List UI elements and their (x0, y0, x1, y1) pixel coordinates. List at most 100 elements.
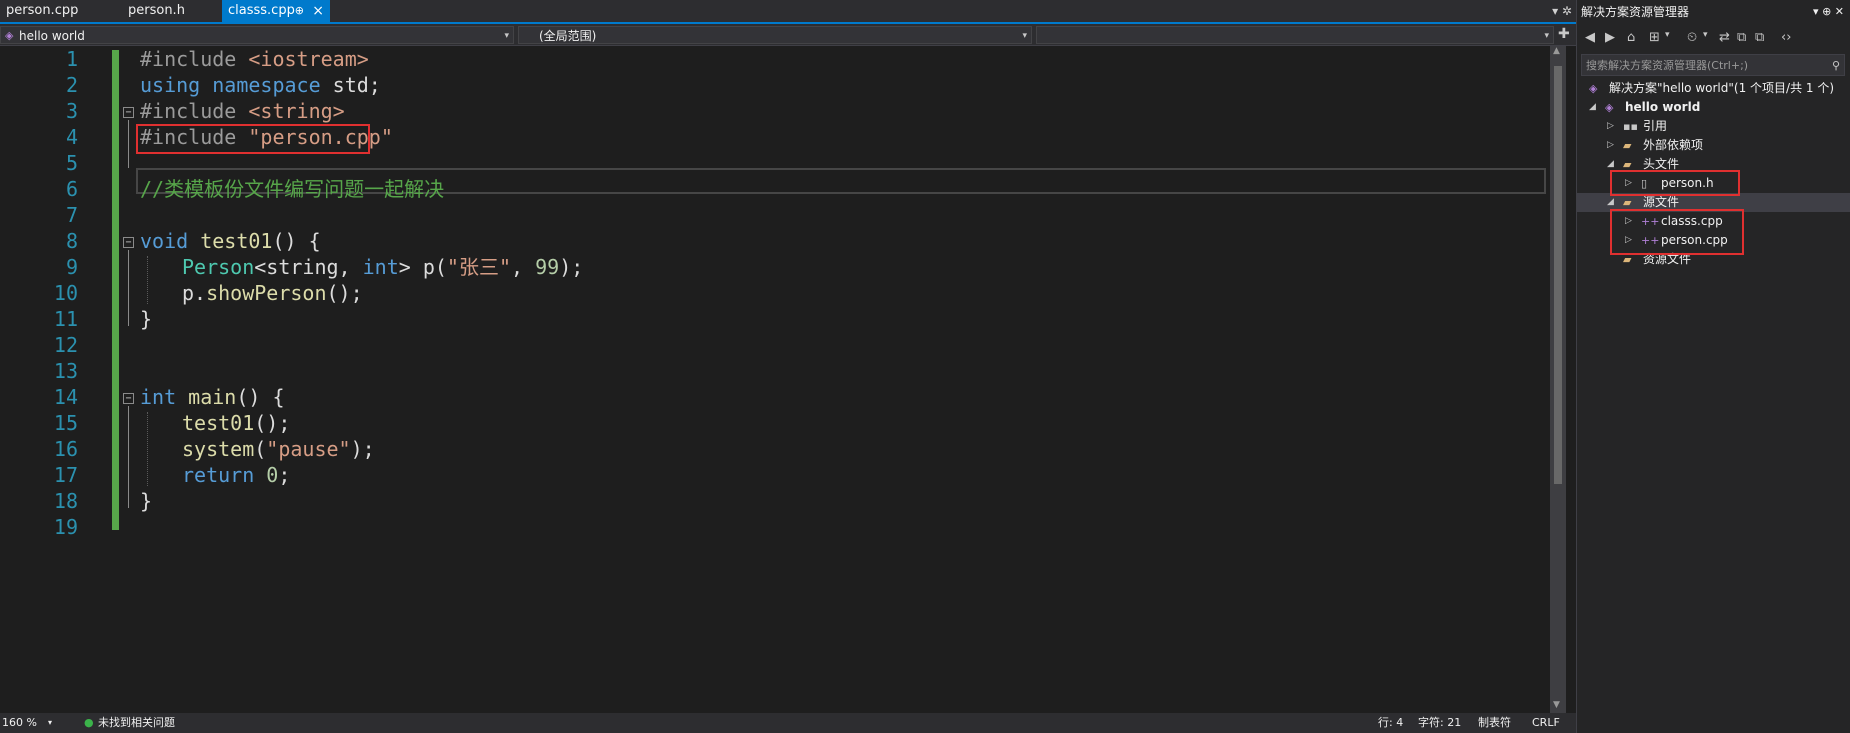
code-line-9[interactable]: Person<string, int> p("张三", 99); (182, 254, 583, 280)
line-number: 18 (53, 489, 78, 513)
zoom-level[interactable]: 160 % (2, 713, 37, 733)
scroll-up-icon[interactable]: ▲ (1553, 46, 1560, 56)
scrollbar-thumb[interactable] (1554, 66, 1562, 484)
tab-label: person.h (128, 3, 185, 18)
chevron-down-icon: ▾ (1022, 31, 1027, 41)
switch-views-icon[interactable]: ⊞ (1649, 30, 1660, 45)
indent-guide (147, 256, 148, 304)
code-line-15[interactable]: test01(); (182, 410, 290, 436)
code-line-2[interactable]: using namespace std; (140, 72, 381, 98)
line-number: 11 (53, 307, 78, 331)
code-line-14[interactable]: int main() { (140, 384, 285, 410)
issues-status[interactable]: 未找到相关问题 (98, 713, 175, 733)
sync-icon[interactable]: ⇄ (1719, 30, 1730, 45)
vertical-scrollbar[interactable]: ▲ ▼ (1550, 46, 1566, 714)
check-icon: ● (84, 716, 94, 729)
search-icon[interactable]: ⚲ (1832, 55, 1840, 77)
forward-icon[interactable]: ▶ (1605, 30, 1615, 45)
chevron-down-icon[interactable]: ▾ (1703, 30, 1708, 40)
project-dropdown[interactable]: ◈ hello world ▾ (0, 26, 514, 44)
close-icon[interactable]: × (312, 0, 324, 22)
pending-changes-icon[interactable]: ⏲ (1687, 30, 1697, 45)
editor-status-bar: 160 % ▾ ● 未找到相关问题 行: 4 字符: 21 制表符 CRLF (0, 713, 1576, 733)
code-editor[interactable]: 1 #include <iostream> 2 using namespace … (0, 46, 1558, 714)
chevron-down-icon[interactable]: ▾ (48, 713, 52, 733)
line-number: 8 (65, 229, 78, 253)
panel-title: 解决方案资源管理器 (1581, 5, 1690, 19)
project-icon: ◈ (1605, 101, 1614, 114)
fold-guide (128, 120, 129, 168)
line-number: 6 (65, 177, 78, 201)
collapse-icon[interactable]: − (123, 237, 134, 248)
tab-label: person.cpp (6, 3, 79, 18)
collapsed-arrow-icon[interactable]: ▷ (1607, 117, 1614, 136)
line-number: 9 (65, 255, 78, 279)
solution-explorer-toolbar: ◀ ▶ ⌂ ⊞ ▾ ⏲ ▾ ⇄ ⧉ ⧉ ‹› (1577, 24, 1850, 52)
back-icon[interactable]: ◀ (1585, 30, 1595, 45)
tree-node-label: 解决方案"hello world"(1 个项目/共 1 个) (1609, 81, 1835, 95)
code-line-18[interactable]: } (140, 488, 152, 514)
code-line-16[interactable]: system("pause"); (182, 436, 375, 462)
tree-node-solution[interactable]: ◈ 解决方案"hello world"(1 个项目/共 1 个) (1577, 79, 1850, 98)
tree-node-project[interactable]: ◢ ◈ hello world (1577, 98, 1850, 117)
line-ending-indicator[interactable]: CRLF (1532, 713, 1560, 733)
scope-dropdown-value: (全局范围) (539, 29, 597, 43)
collapsed-arrow-icon[interactable]: ▷ (1607, 136, 1614, 155)
line-number: 3 (65, 99, 78, 123)
document-tab-bar: person.cpp person.h classs.cpp ⊕ × ▾ ✲ (0, 0, 1576, 24)
tab-overflow-menu-icon[interactable]: ▾ ✲ (1552, 0, 1572, 22)
panel-window-controls[interactable]: ▾ ⊕ ✕ (1813, 0, 1844, 24)
split-editor-icon[interactable]: ✚ (1558, 26, 1570, 42)
code-line-1[interactable]: #include <iostream> (140, 46, 369, 72)
code-line-8[interactable]: void test01() { (140, 228, 321, 254)
tab-person-h[interactable]: person.h (122, 0, 222, 22)
line-number: 17 (53, 463, 78, 487)
scroll-down-icon[interactable]: ▼ (1553, 700, 1560, 710)
tab-classs-cpp[interactable]: classs.cpp ⊕ × (222, 0, 330, 22)
code-line-17[interactable]: return 0; (182, 462, 290, 488)
cpp-files-highlight-box (1610, 209, 1744, 255)
fold-guide (128, 406, 129, 508)
solution-icon: ◈ (1589, 82, 1598, 95)
collapse-icon[interactable]: − (123, 393, 134, 404)
chevron-down-icon: ▾ (1544, 31, 1549, 41)
solution-search-input[interactable]: 搜索解决方案资源管理器(Ctrl+;) ⚲ (1581, 54, 1845, 76)
line-number: 2 (65, 73, 78, 97)
line-number: 19 (53, 515, 78, 539)
chevron-down-icon: ▾ (504, 31, 509, 41)
references-icon: ▪▪ (1623, 120, 1638, 133)
person-h-highlight-box (1610, 170, 1740, 196)
pin-icon[interactable]: ⊕ (295, 0, 304, 22)
navigation-bar: ◈ hello world ▾ (全局范围) ▾ ▾ ✚ (0, 24, 1576, 46)
line-indicator: 行: 4 (1378, 716, 1404, 729)
code-line-10[interactable]: p.showPerson(); (182, 280, 363, 306)
line-number: 13 (53, 359, 78, 383)
scope-dropdown[interactable]: (全局范围) ▾ (518, 26, 1032, 44)
tab-person-cpp[interactable]: person.cpp (0, 0, 122, 22)
tree-node-external-dependencies[interactable]: ▷ ▰ 外部依赖项 (1577, 136, 1850, 155)
expanded-arrow-icon[interactable]: ◢ (1589, 98, 1596, 117)
code-line-6[interactable]: //类模板份文件编写问题一起解决 (140, 176, 444, 202)
chevron-down-icon[interactable]: ▾ (1665, 30, 1670, 40)
folder-icon: ▰ (1623, 139, 1632, 152)
solution-explorer-title-bar: 解决方案资源管理器 ▾ ⊕ ✕ (1577, 0, 1850, 24)
collapse-icon[interactable]: − (123, 107, 134, 118)
indent-guide (147, 412, 148, 486)
line-number: 16 (53, 437, 78, 461)
include-highlight-box (136, 124, 370, 154)
home-icon[interactable]: ⌂ (1627, 30, 1635, 45)
collapse-all-icon[interactable]: ⧉ (1737, 30, 1746, 45)
show-all-files-icon[interactable]: ⧉ (1755, 30, 1764, 45)
member-dropdown[interactable]: ▾ (1036, 26, 1554, 44)
search-placeholder: 搜索解决方案资源管理器(Ctrl+;) (1586, 59, 1749, 72)
tree-node-references[interactable]: ▷ ▪▪ 引用 (1577, 117, 1850, 136)
code-view-icon[interactable]: ‹› (1781, 30, 1791, 45)
line-number: 1 (65, 47, 78, 71)
code-line-11[interactable]: } (140, 306, 152, 332)
code-line-3[interactable]: #include <string> (140, 98, 345, 124)
project-icon: ◈ (5, 29, 14, 42)
tabs-indicator[interactable]: 制表符 (1478, 713, 1511, 733)
tree-node-label: hello world (1625, 100, 1701, 114)
fold-guide (128, 250, 129, 326)
tree-node-label: 外部依赖项 (1643, 138, 1704, 152)
